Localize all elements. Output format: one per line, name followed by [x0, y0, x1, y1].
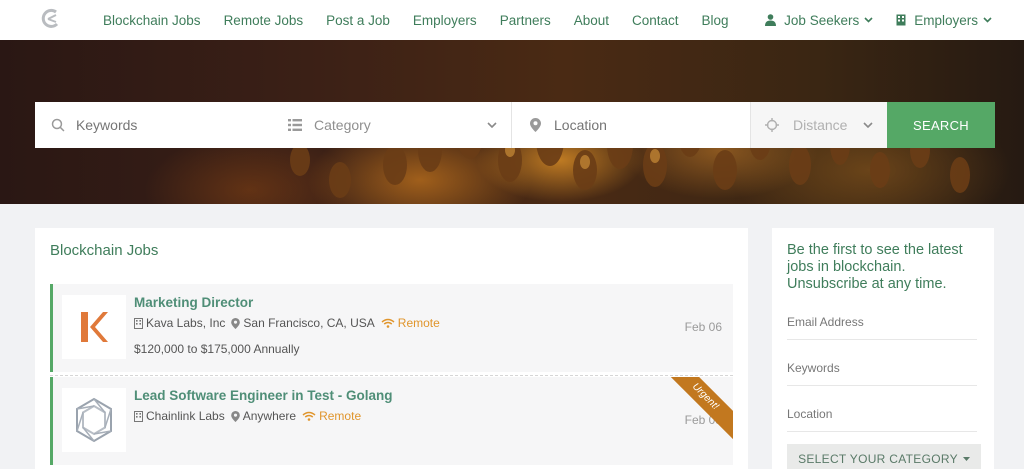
- jobs-panel-title: Blockchain Jobs: [50, 242, 159, 259]
- kava-logo-icon: [81, 312, 108, 342]
- company-logo: [62, 388, 126, 452]
- category-select[interactable]: Category: [275, 102, 511, 148]
- employers-dropdown[interactable]: Employers: [896, 13, 1000, 28]
- nav-link-post-a-job[interactable]: Post a Job: [326, 13, 390, 28]
- location-field[interactable]: [787, 396, 977, 432]
- select-category-button[interactable]: SELECT YOUR CATEGORY: [787, 444, 981, 469]
- nav-link-partners[interactable]: Partners: [500, 13, 551, 28]
- job-remote-tag: Remote: [381, 316, 440, 330]
- company-logo: [62, 295, 126, 359]
- account-menus: Job Seekers Employers: [750, 0, 1000, 40]
- company-name: Chainlink Labs: [146, 409, 225, 423]
- caret-down-icon: [962, 457, 970, 461]
- main-menu: Blockchain Jobs Remote Jobs Post a Job E…: [103, 0, 752, 40]
- building-icon: [134, 410, 143, 422]
- jobs-panel: Blockchain Jobs Marketing Director Kava …: [35, 228, 748, 469]
- job-title[interactable]: Marketing Director: [134, 295, 253, 310]
- remote-label: Remote: [397, 316, 440, 330]
- user-icon: [765, 14, 777, 26]
- nav-link-employers[interactable]: Employers: [413, 13, 477, 28]
- nav-link-remote-jobs[interactable]: Remote Jobs: [224, 13, 304, 28]
- map-pin-icon: [530, 118, 541, 132]
- job-search-bar: Category Distance SEARCH: [35, 102, 995, 148]
- location-name: San Francisco, CA, USA: [243, 316, 375, 330]
- search-icon: [51, 118, 65, 132]
- chevron-down-icon: [487, 122, 497, 128]
- job-company: Chainlink Labs: [134, 409, 225, 423]
- employers-label: Employers: [914, 12, 978, 28]
- building-icon: [134, 317, 143, 329]
- select-category-label: SELECT YOUR CATEGORY: [798, 452, 958, 466]
- divider: [50, 375, 733, 376]
- chevron-down-icon: [863, 122, 873, 128]
- nav-link-about[interactable]: About: [574, 13, 609, 28]
- job-title[interactable]: Lead Software Engineer in Test - Golang: [134, 388, 393, 403]
- job-seekers-dropdown[interactable]: Job Seekers: [765, 13, 881, 28]
- job-meta: Kava Labs, Inc San Francisco, CA, USA Re…: [134, 316, 446, 330]
- distance-select[interactable]: Distance: [750, 102, 887, 148]
- location-field: [511, 102, 750, 148]
- job-company: Kava Labs, Inc: [134, 316, 225, 330]
- job-salary: $120,000 to $175,000 Annually: [134, 342, 300, 356]
- hero-banner: Category Distance SEARCH: [0, 40, 1024, 204]
- search-button[interactable]: SEARCH: [887, 102, 995, 148]
- nav-link-contact[interactable]: Contact: [632, 13, 679, 28]
- nav-link-blockchain-jobs[interactable]: Blockchain Jobs: [103, 13, 201, 28]
- chainlink-logo-icon: [76, 397, 112, 443]
- distance-placeholder: Distance: [793, 117, 848, 133]
- email-field[interactable]: [787, 304, 977, 340]
- wifi-icon: [302, 411, 316, 421]
- keywords-field[interactable]: [787, 350, 977, 386]
- company-name: Kava Labs, Inc: [146, 316, 226, 330]
- job-location: San Francisco, CA, USA: [231, 316, 375, 330]
- map-pin-icon: [231, 317, 241, 329]
- chevron-down-icon: [983, 17, 992, 23]
- site-logo-icon[interactable]: [40, 8, 62, 30]
- urgent-ribbon: Urgent!: [662, 377, 733, 440]
- job-date: Feb 06: [684, 320, 722, 334]
- job-seekers-label: Job Seekers: [784, 12, 860, 28]
- map-pin-icon: [230, 410, 240, 422]
- building-icon: [896, 14, 906, 26]
- subscribe-title: Be the first to see the latest jobs in b…: [787, 242, 963, 292]
- top-navigation: Blockchain Jobs Remote Jobs Post a Job E…: [0, 0, 1024, 40]
- wifi-icon: [381, 318, 395, 328]
- job-remote-tag: Remote: [302, 409, 361, 423]
- keywords-field: [35, 102, 275, 148]
- location-input[interactable]: [554, 117, 734, 133]
- chevron-down-icon: [864, 17, 873, 23]
- job-meta: Chainlink Labs Anywhere Remote: [134, 409, 367, 423]
- crosshair-icon: [765, 118, 779, 132]
- job-listing[interactable]: Marketing Director Kava Labs, Inc San Fr…: [50, 284, 733, 372]
- keywords-input[interactable]: [75, 117, 275, 133]
- job-listing[interactable]: Lead Software Engineer in Test - Golang …: [50, 377, 733, 465]
- list-icon: [288, 119, 302, 131]
- remote-label: Remote: [319, 409, 362, 423]
- location-name: Anywhere: [242, 409, 297, 423]
- subscribe-panel: Be the first to see the latest jobs in b…: [772, 228, 994, 469]
- nav-link-blog[interactable]: Blog: [702, 13, 729, 28]
- job-location: Anywhere: [230, 409, 297, 423]
- category-placeholder: Category: [314, 117, 371, 133]
